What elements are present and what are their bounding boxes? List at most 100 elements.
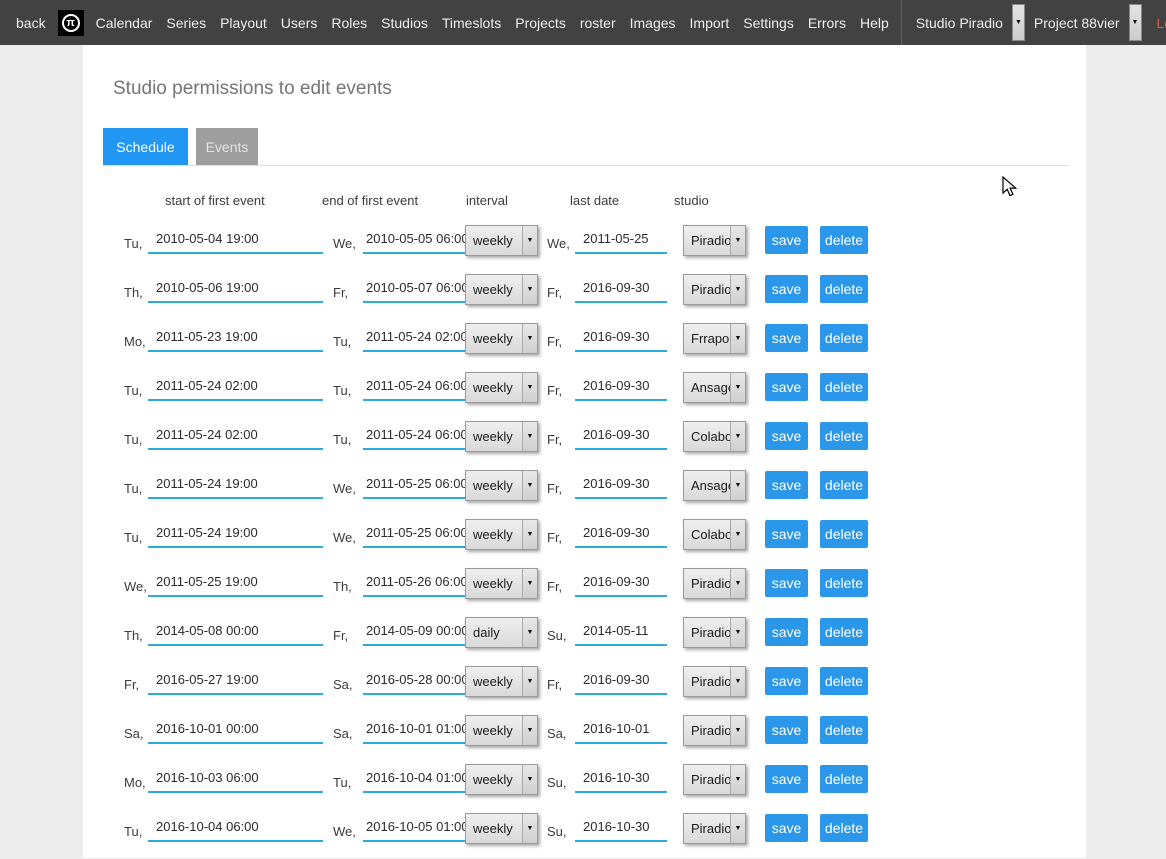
end-datetime-input[interactable]: [363, 520, 466, 548]
end-datetime-input[interactable]: [363, 226, 466, 254]
studio-select[interactable]: Piradio ▼: [683, 274, 746, 305]
studio-select[interactable]: Piradio ▼: [683, 568, 746, 599]
end-datetime-input[interactable]: [363, 765, 466, 793]
nav-item-import[interactable]: Import: [688, 13, 732, 33]
studio-select[interactable]: Piradio ▼: [683, 617, 746, 648]
last-date-input[interactable]: [575, 814, 667, 842]
interval-select[interactable]: weekly ▼: [465, 813, 538, 844]
logo-icon[interactable]: π: [58, 10, 84, 36]
end-datetime-input[interactable]: [363, 618, 466, 646]
delete-button[interactable]: delete: [820, 814, 868, 842]
end-datetime-input[interactable]: [363, 275, 466, 303]
save-button[interactable]: save: [765, 324, 808, 352]
delete-button[interactable]: delete: [820, 765, 868, 793]
interval-select[interactable]: weekly ▼: [465, 764, 538, 795]
last-date-input[interactable]: [575, 422, 667, 450]
tab-schedule[interactable]: Schedule: [103, 128, 188, 165]
delete-button[interactable]: delete: [820, 569, 868, 597]
end-datetime-input[interactable]: [363, 716, 466, 744]
nav-item-timeslots[interactable]: Timeslots: [440, 13, 503, 33]
start-datetime-input[interactable]: [148, 520, 323, 548]
last-date-input[interactable]: [575, 275, 667, 303]
interval-select[interactable]: daily ▼: [465, 617, 538, 648]
start-datetime-input[interactable]: [148, 373, 323, 401]
start-datetime-input[interactable]: [148, 667, 323, 695]
delete-button[interactable]: delete: [820, 716, 868, 744]
delete-button[interactable]: delete: [820, 667, 868, 695]
end-datetime-input[interactable]: [363, 569, 466, 597]
nav-item-images[interactable]: Images: [628, 13, 678, 33]
end-datetime-input[interactable]: [363, 814, 466, 842]
start-datetime-input[interactable]: [148, 422, 323, 450]
nav-item-back[interactable]: back: [14, 13, 48, 33]
end-datetime-input[interactable]: [363, 471, 466, 499]
end-datetime-input[interactable]: [363, 373, 466, 401]
start-datetime-input[interactable]: [148, 716, 323, 744]
studio-select[interactable]: Piradio ▼: [683, 715, 746, 746]
studio-select[interactable]: Piradio ▼: [683, 225, 746, 256]
nav-item-playout[interactable]: Playout: [218, 13, 269, 33]
studio-select[interactable]: Piradio ▼: [683, 764, 746, 795]
studio-select[interactable]: Ansage ▼: [683, 470, 746, 501]
logout-link[interactable]: Logout: [1157, 15, 1166, 31]
studio-select-chevron-down-icon[interactable]: ▼: [1012, 4, 1025, 41]
nav-item-series[interactable]: Series: [164, 13, 208, 33]
last-date-input[interactable]: [575, 765, 667, 793]
delete-button[interactable]: delete: [820, 471, 868, 499]
tab-events[interactable]: Events: [196, 128, 258, 165]
last-date-input[interactable]: [575, 569, 667, 597]
end-datetime-input[interactable]: [363, 324, 466, 352]
interval-select[interactable]: weekly ▼: [465, 666, 538, 697]
save-button[interactable]: save: [765, 422, 808, 450]
last-date-input[interactable]: [575, 667, 667, 695]
project-select-chevron-down-icon[interactable]: ▼: [1129, 4, 1142, 41]
save-button[interactable]: save: [765, 814, 808, 842]
last-date-input[interactable]: [575, 226, 667, 254]
interval-select[interactable]: weekly ▼: [465, 274, 538, 305]
end-datetime-input[interactable]: [363, 422, 466, 450]
studio-select[interactable]: Colabo ▼: [683, 421, 746, 452]
studio-select[interactable]: Ansage ▼: [683, 372, 746, 403]
start-datetime-input[interactable]: [148, 814, 323, 842]
delete-button[interactable]: delete: [820, 373, 868, 401]
last-date-input[interactable]: [575, 324, 667, 352]
save-button[interactable]: save: [765, 765, 808, 793]
delete-button[interactable]: delete: [820, 520, 868, 548]
delete-button[interactable]: delete: [820, 324, 868, 352]
save-button[interactable]: save: [765, 569, 808, 597]
studio-select[interactable]: Colabo ▼: [683, 519, 746, 550]
nav-item-projects[interactable]: Projects: [513, 13, 568, 33]
nav-item-roles[interactable]: Roles: [329, 13, 369, 33]
nav-item-settings[interactable]: Settings: [741, 13, 796, 33]
nav-item-calendar[interactable]: Calendar: [94, 13, 155, 33]
nav-item-studios[interactable]: Studios: [379, 13, 430, 33]
save-button[interactable]: save: [765, 226, 808, 254]
save-button[interactable]: save: [765, 520, 808, 548]
last-date-input[interactable]: [575, 520, 667, 548]
last-date-input[interactable]: [575, 716, 667, 744]
nav-item-errors[interactable]: Errors: [806, 13, 848, 33]
save-button[interactable]: save: [765, 471, 808, 499]
start-datetime-input[interactable]: [148, 471, 323, 499]
interval-select[interactable]: weekly ▼: [465, 225, 538, 256]
save-button[interactable]: save: [765, 275, 808, 303]
save-button[interactable]: save: [765, 667, 808, 695]
interval-select[interactable]: weekly ▼: [465, 715, 538, 746]
nav-item-users[interactable]: Users: [279, 13, 320, 33]
save-button[interactable]: save: [765, 618, 808, 646]
save-button[interactable]: save: [765, 373, 808, 401]
nav-item-roster[interactable]: roster: [578, 13, 618, 33]
interval-select[interactable]: weekly ▼: [465, 568, 538, 599]
project-select-value[interactable]: Project 88vier: [1032, 13, 1122, 33]
save-button[interactable]: save: [765, 716, 808, 744]
last-date-input[interactable]: [575, 471, 667, 499]
delete-button[interactable]: delete: [820, 422, 868, 450]
interval-select[interactable]: weekly ▼: [465, 323, 538, 354]
delete-button[interactable]: delete: [820, 275, 868, 303]
interval-select[interactable]: weekly ▼: [465, 519, 538, 550]
studio-select-value[interactable]: Studio Piradio: [914, 13, 1005, 33]
studio-select[interactable]: Piradio ▼: [683, 666, 746, 697]
start-datetime-input[interactable]: [148, 618, 323, 646]
start-datetime-input[interactable]: [148, 765, 323, 793]
start-datetime-input[interactable]: [148, 324, 323, 352]
